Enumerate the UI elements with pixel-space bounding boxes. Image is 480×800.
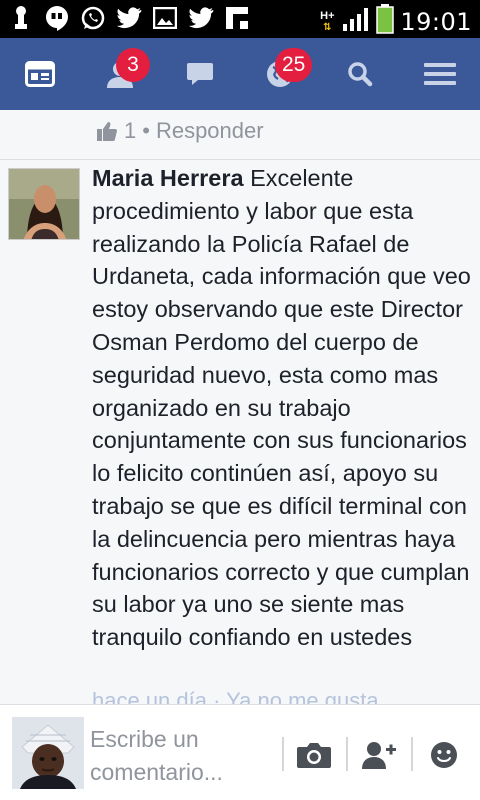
notification-icons (8, 5, 250, 31)
commenter-avatar[interactable] (8, 168, 80, 240)
nav-search[interactable] (320, 38, 400, 110)
friend-requests-badge: 3 (116, 48, 150, 82)
smiley-icon (431, 742, 457, 768)
sticker-button[interactable] (422, 733, 466, 777)
image-icon (152, 5, 178, 31)
comment-body: Maria Herrera Excelente procedimiento y … (92, 162, 476, 654)
previous-like-count[interactable]: 1 (124, 118, 136, 144)
signal-icon (342, 6, 370, 37)
network-type: H+ ⇅ (318, 9, 336, 33)
camera-button[interactable] (292, 733, 336, 777)
twitter-icon (116, 5, 142, 31)
top-nav-bar: 3 25 (0, 38, 480, 110)
tag-friends-button[interactable] (357, 733, 401, 777)
search-icon (348, 62, 373, 87)
divider (282, 737, 284, 771)
clock: 19:01 (400, 7, 472, 36)
status-bar: H+ ⇅ 19:01 (0, 0, 480, 38)
hangouts-icon (44, 5, 70, 31)
divider (346, 737, 348, 771)
nav-news-feed[interactable] (0, 38, 80, 110)
news-feed-icon (25, 61, 55, 87)
dot-separator: • (142, 118, 150, 143)
whatsapp-icon (80, 5, 106, 31)
nav-messages[interactable] (160, 38, 240, 110)
previous-comment-actions: 1 • Responder (96, 118, 264, 144)
data-arrows-icon: ⇅ (323, 21, 332, 33)
my-avatar (12, 717, 84, 789)
comment-footer: hace un día · Ya no me gusta (92, 688, 379, 704)
comments-list: 1 • Responder Maria Herrera Excelente pr… (0, 110, 480, 704)
nav-menu[interactable] (400, 38, 480, 110)
add-person-icon (362, 742, 396, 769)
notifications-badge: 25 (275, 48, 313, 82)
system-icons: H+ ⇅ 19:01 (318, 4, 472, 39)
messages-icon (187, 63, 213, 85)
nav-notifications[interactable]: 25 (240, 38, 320, 110)
hamburger-menu-icon (424, 63, 456, 85)
usb-icon (8, 5, 34, 31)
comment-input[interactable]: Escribe un comentario... (90, 723, 270, 789)
camera-icon (297, 743, 331, 768)
comment-author[interactable]: Maria Herrera (92, 165, 244, 191)
comment-composer: Escribe un comentario... (0, 704, 480, 800)
reply-link[interactable]: Responder (156, 118, 264, 144)
flipboard-icon (224, 5, 250, 31)
twitter-icon (188, 5, 214, 31)
network-label: H+ (320, 9, 335, 22)
like-icon (97, 122, 117, 141)
nav-friend-requests[interactable]: 3 (80, 38, 160, 110)
comment-text: Excelente procedimiento y labor que esta… (92, 165, 471, 651)
divider (0, 159, 480, 160)
battery-icon (376, 4, 395, 39)
divider (411, 737, 413, 771)
